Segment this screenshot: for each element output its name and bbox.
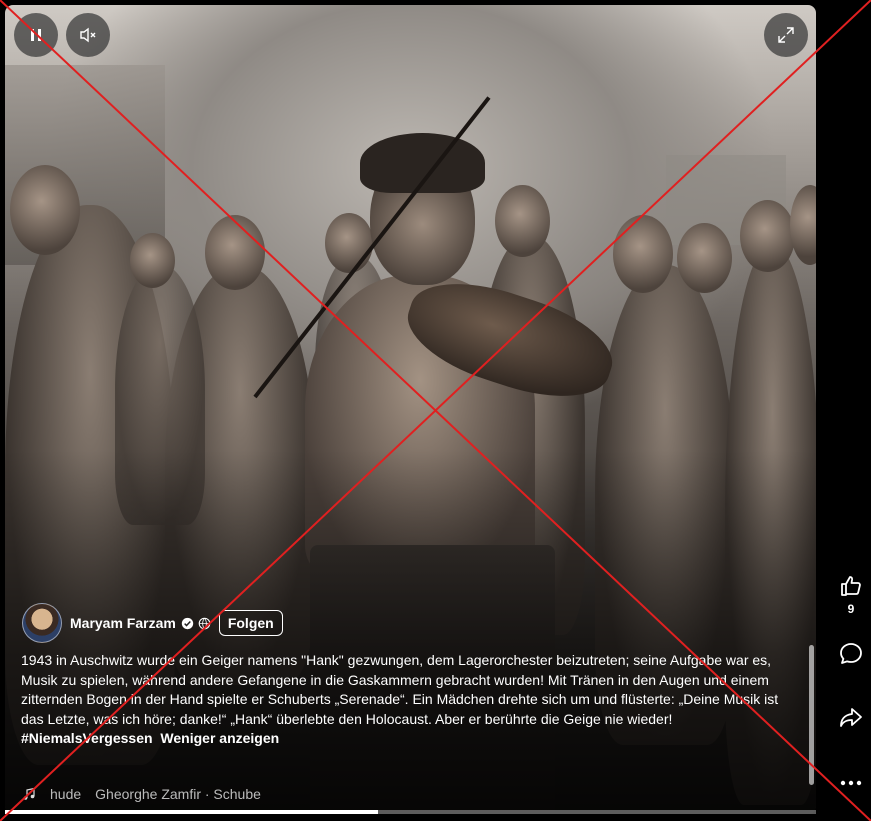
thumbs-up-icon: [841, 576, 861, 596]
fullscreen-button[interactable]: [764, 13, 808, 57]
verified-badge-icon: [181, 617, 194, 629]
video-progress-fill: [5, 810, 379, 814]
like-button[interactable]: 9: [836, 573, 866, 616]
comment-bubble-icon: [840, 643, 862, 664]
share-button[interactable]: [836, 705, 866, 731]
video-progress-bar[interactable]: [5, 810, 816, 814]
audio-text-scrolling: hude: [50, 786, 82, 802]
comment-button[interactable]: [836, 641, 866, 667]
audio-attribution[interactable]: hude Gheorghe Zamfir · Schube: [22, 786, 261, 802]
caption-scrollbar[interactable]: [809, 645, 814, 785]
pause-button[interactable]: [14, 13, 58, 57]
follow-button[interactable]: Folgen: [218, 610, 283, 636]
hashtag-link[interactable]: #NiemalsVergessen: [21, 730, 153, 746]
avatar[interactable]: [22, 603, 62, 643]
fullscreen-icon: [778, 27, 794, 43]
globe-icon: [198, 617, 211, 629]
like-count: 9: [847, 602, 855, 616]
audio-track: Gheorghe Zamfir · Schube: [95, 786, 261, 802]
caption-text: 1943 in Auschwitz wurde ein Geiger namen…: [21, 652, 779, 727]
share-arrow-icon: [840, 708, 862, 727]
show-less-button[interactable]: Weniger anzeigen: [160, 730, 279, 746]
speaker-muted-icon: [80, 27, 96, 43]
music-note-icon: [23, 787, 35, 800]
post-author: Maryam Farzam Folgen: [22, 603, 283, 643]
more-dots-icon: [840, 780, 862, 786]
pause-icon: [31, 29, 41, 41]
post-caption: 1943 in Auschwitz wurde ein Geiger namen…: [21, 651, 796, 749]
mute-button[interactable]: [66, 13, 110, 57]
more-options-button[interactable]: [836, 770, 866, 796]
author-name[interactable]: Maryam Farzam: [70, 615, 176, 631]
